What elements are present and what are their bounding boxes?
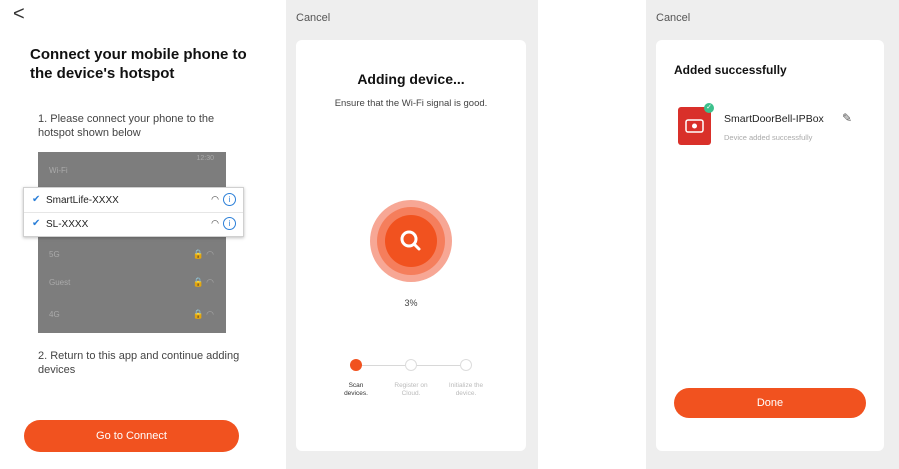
step-cloud-icon <box>405 359 417 371</box>
doorbell-icon <box>685 119 704 133</box>
edit-pencil-icon[interactable]: ✎ <box>842 111 852 125</box>
wifi-signal-icon: ◠ <box>211 218 219 228</box>
cancel-button[interactable]: Cancel <box>656 12 690 24</box>
hotspot-row[interactable]: ✔ SmartLife-XXXX ◠ i <box>24 188 243 213</box>
step-label-register: Register on Cloud. <box>394 382 428 397</box>
connect-hotspot-screen: < Connect your mobile phone to the devic… <box>0 0 262 469</box>
lock-wifi-icon: 🔒 ◠ <box>192 309 214 319</box>
device-thumbnail <box>678 107 711 145</box>
network-row: Guest 🔒 ◠ <box>38 268 226 296</box>
wifi-header-row: Wi-Fi 12:30 <box>38 152 226 180</box>
step-2-text: 2. Return to this app and continue addin… <box>38 350 240 376</box>
device-name: SmartDoorBell-IPBox <box>724 113 824 125</box>
go-to-connect-button[interactable]: Go to Connect <box>24 420 239 452</box>
check-icon: ✔ <box>32 194 41 205</box>
done-button[interactable]: Done <box>674 388 866 418</box>
device-status-text: Device added successfully <box>724 133 813 142</box>
lock-wifi-icon: 🔒 ◠ <box>192 277 214 287</box>
network-name: 4G <box>49 310 60 319</box>
network-name: 5G <box>49 250 60 259</box>
back-button[interactable]: < <box>13 2 25 26</box>
progress-percent: 3% <box>404 298 418 308</box>
adding-title: Adding device... <box>357 71 465 87</box>
added-success-screen: Cancel Added successfully ✓ SmartDoorBel… <box>646 0 899 469</box>
step-label-scan: Scan devices. <box>344 382 368 397</box>
hotspot-name: SL-XXXX <box>46 219 89 230</box>
wifi-header-label: Wi-Fi <box>49 166 68 175</box>
step-scan-icon <box>350 359 362 371</box>
wifi-signal-icon: ◠ <box>211 194 219 204</box>
hotspot-row[interactable]: ✔ SL-XXXX ◠ i <box>24 212 243 236</box>
step-label-initialize: Initialize the device. <box>448 382 484 397</box>
success-title: Added successfully <box>674 63 787 77</box>
step-1-text: 1. Please connect your phone to the hots… <box>38 113 215 139</box>
step-init-icon <box>460 359 472 371</box>
progress-ring-inner <box>385 215 437 267</box>
status-bar-time: 12:30 <box>196 155 214 162</box>
network-row: 4G 🔒 ◠ <box>38 300 226 328</box>
network-row: 5G 🔒 ◠ <box>38 240 226 268</box>
success-check-icon: ✓ <box>704 103 714 113</box>
cancel-button[interactable]: Cancel <box>296 12 330 24</box>
network-name: Guest <box>49 278 71 287</box>
info-icon[interactable]: i <box>223 193 236 206</box>
success-card: Added successfully ✓ SmartDoorBell-IPBox… <box>656 40 884 451</box>
hotspot-name: SmartLife-XXXX <box>46 195 119 206</box>
check-icon: ✔ <box>32 218 41 229</box>
hotspot-list-popup: ✔ SmartLife-XXXX ◠ i ✔ SL-XXXX ◠ i <box>23 187 244 237</box>
search-icon <box>400 230 421 251</box>
progress-card: Adding device... Ensure that the Wi-Fi s… <box>296 40 526 451</box>
info-icon[interactable]: i <box>223 217 236 230</box>
page-title: Connect your mobile phone to the device'… <box>30 46 247 82</box>
lock-wifi-icon: 🔒 ◠ <box>192 249 214 259</box>
adding-device-screen: Cancel Adding device... Ensure that the … <box>286 0 538 469</box>
adding-subtitle: Ensure that the Wi-Fi signal is good. <box>334 98 488 109</box>
phone-wifi-illustration: Wi-Fi 12:30 5G 🔒 ◠ Guest 🔒 ◠ 4G 🔒 ◠ <box>38 152 226 333</box>
